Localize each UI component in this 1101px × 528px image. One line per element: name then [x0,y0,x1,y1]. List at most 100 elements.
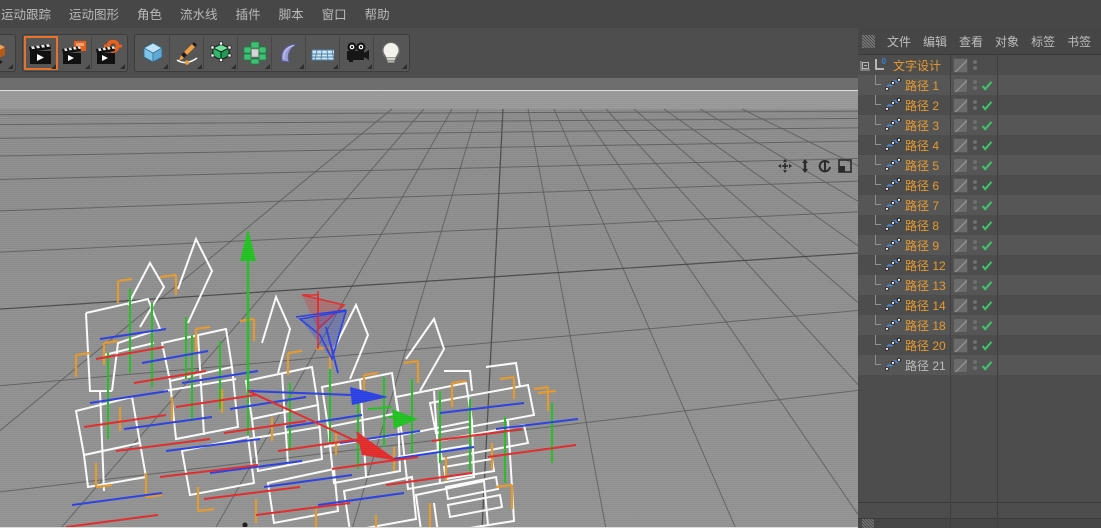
om-menu-tags[interactable]: 标签 [1025,31,1061,52]
render-visibility-dot[interactable] [972,126,977,130]
editor-visibility-dot[interactable] [972,200,977,204]
tag-slash-icon[interactable] [953,177,968,193]
tag-slash-icon[interactable] [953,77,968,93]
maximize-viewport-icon[interactable] [837,158,852,173]
render-visibility-dot[interactable] [972,326,977,330]
editor-visibility-dot[interactable] [972,60,977,64]
render-visibility-dot[interactable] [972,166,977,170]
tag-slash-icon[interactable] [953,277,968,293]
dolly-zoom-icon[interactable] [797,158,812,173]
editor-visibility-dot[interactable] [972,340,977,344]
table-row[interactable]: 路径 1 [858,75,1101,95]
editor-visibility-dot[interactable] [972,220,977,224]
tag-slash-icon[interactable] [953,117,968,133]
render-settings-button[interactable] [92,36,126,70]
table-row[interactable]: 路径 18 [858,315,1101,335]
tag-slash-icon[interactable] [953,357,968,373]
table-row[interactable]: 路径 6 [858,175,1101,195]
om-menu-edit[interactable]: 编辑 [917,31,953,52]
visibility-dots[interactable] [971,200,978,210]
editor-visibility-dot[interactable] [972,140,977,144]
rotate-orbit-icon[interactable] [817,158,832,173]
table-row[interactable]: 路径 8 [858,215,1101,235]
tag-slash-icon[interactable] [953,337,968,353]
table-row[interactable]: 路径 12 [858,255,1101,275]
array-scatter-button[interactable] [238,36,272,70]
menu-item-script[interactable]: 脚本 [270,2,313,26]
editor-visibility-dot[interactable] [972,280,977,284]
enabled-check-icon[interactable] [981,159,993,171]
tree-row-root[interactable]: 0 文字设计 [858,55,1101,75]
table-row[interactable]: 路径 2 [858,95,1101,115]
editor-visibility-dot[interactable] [972,260,977,264]
tag-slash-icon[interactable] [953,237,968,253]
menu-item-pipeline[interactable]: 流水线 [171,2,227,26]
editor-visibility-dot[interactable] [972,240,977,244]
render-region-button[interactable] [58,36,92,70]
editor-visibility-dot[interactable] [972,160,977,164]
pan-move-icon[interactable] [777,158,792,173]
visibility-dots[interactable] [971,240,978,250]
table-row[interactable]: 路径 14 [858,295,1101,315]
visibility-dots[interactable] [971,140,978,150]
visibility-dots[interactable] [971,80,978,90]
render-visibility-dot[interactable] [972,86,977,90]
perspective-viewport[interactable] [0,78,858,528]
enabled-check-icon[interactable] [981,219,993,231]
editor-visibility-dot[interactable] [972,180,977,184]
render-visibility-dot[interactable] [972,186,977,190]
visibility-dots[interactable] [971,100,978,110]
editor-visibility-dot[interactable] [972,300,977,304]
visibility-dots[interactable] [971,280,978,290]
render-visibility-dot[interactable] [972,266,977,270]
editor-visibility-dot[interactable] [972,100,977,104]
floor-grid-button[interactable] [306,36,340,70]
camera-button[interactable] [340,36,374,70]
render-visibility-dot[interactable] [972,346,977,350]
transfer-cube-button[interactable] [0,36,14,70]
visibility-dots[interactable] [971,320,978,330]
om-menu-objects[interactable]: 对象 [989,31,1025,52]
tag-slash-icon[interactable] [953,317,968,333]
bottom-panel-grip-handle[interactable] [862,519,874,528]
enabled-check-icon[interactable] [981,319,993,331]
visibility-dots[interactable] [971,60,978,70]
tag-slash-icon[interactable] [953,297,968,313]
editor-visibility-dot[interactable] [972,360,977,364]
enabled-check-icon[interactable] [981,339,993,351]
om-menu-view[interactable]: 查看 [953,31,989,52]
editor-visibility-dot[interactable] [972,120,977,124]
visibility-dots[interactable] [971,300,978,310]
light-button[interactable] [374,36,408,70]
tag-slash-icon[interactable] [953,197,968,213]
om-menu-bookmarks[interactable]: 书签 [1061,31,1097,52]
visibility-dots[interactable] [971,360,978,370]
menu-item-plugins[interactable]: 插件 [227,2,270,26]
render-visibility-dot[interactable] [972,366,977,370]
enabled-check-icon[interactable] [981,79,993,91]
tag-slash-icon[interactable] [953,157,968,173]
panel-grip-handle[interactable] [862,34,875,48]
tag-slash-icon[interactable] [953,137,968,153]
table-row[interactable]: 路径 3 [858,115,1101,135]
enabled-check-icon[interactable] [981,279,993,291]
om-menu-file[interactable]: 文件 [881,31,917,52]
cube-primitive-button[interactable] [136,36,170,70]
render-visibility-dot[interactable] [972,226,977,230]
menu-item-help[interactable]: 帮助 [356,2,399,26]
generator-nurbs-button[interactable] [204,36,238,70]
render-visibility-dot[interactable] [972,306,977,310]
visibility-dots[interactable] [971,180,978,190]
viewport-canvas[interactable] [0,90,858,528]
menu-item-motion-tracker[interactable]: 运动跟踪 [0,2,60,26]
menu-item-character[interactable]: 角色 [128,2,171,26]
enabled-check-icon[interactable] [981,359,993,371]
table-row[interactable]: 路径 5 [858,155,1101,175]
enabled-check-icon[interactable] [981,179,993,191]
table-row[interactable]: 路径 13 [858,275,1101,295]
enabled-check-icon[interactable] [981,239,993,251]
render-visibility-dot[interactable] [972,246,977,250]
visibility-dots[interactable] [971,220,978,230]
menu-item-mograph[interactable]: 运动图形 [60,2,128,26]
render-visibility-dot[interactable] [972,206,977,210]
